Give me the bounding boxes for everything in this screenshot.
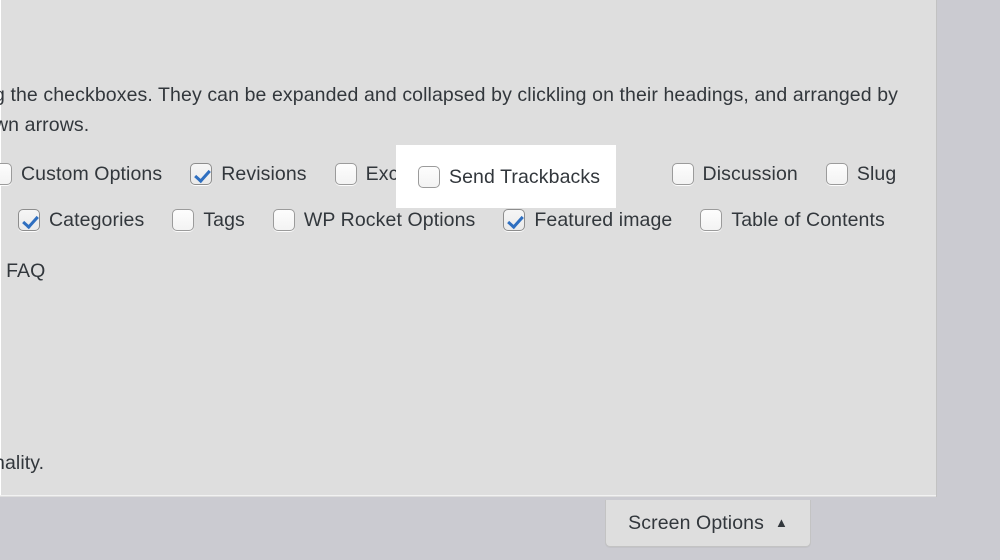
checkbox-item-custom-options[interactable]: Custom Options xyxy=(0,163,162,185)
checkbox-item-featured-image[interactable]: Featured image xyxy=(503,209,672,231)
checkbox-wp-rocket-options[interactable] xyxy=(272,209,295,231)
checkbox-item-revisions[interactable]: Revisions xyxy=(190,163,307,185)
checkbox-categories[interactable] xyxy=(18,209,40,231)
highlight-overlay-send-trackbacks: Send Trackbacks xyxy=(396,145,616,208)
checkbox-item-table-of-contents[interactable]: Table of Contents xyxy=(700,209,885,231)
checkbox-table-of-contents[interactable] xyxy=(700,209,723,231)
checkbox-item-categories[interactable]: Categories xyxy=(18,209,144,231)
panel-bottom-divider xyxy=(0,495,936,497)
checkbox-item-wp-rocket-options[interactable]: WP Rocket Options xyxy=(272,209,476,231)
checkbox-revisions[interactable] xyxy=(190,163,213,185)
screen-options-panel: g the checkboxes. They can be expanded a… xyxy=(0,0,937,497)
checkbox-label-featured-image: Featured image xyxy=(534,209,673,231)
checkbox-item-discussion[interactable]: Discussion xyxy=(671,163,798,185)
checkbox-item-tags[interactable]: Tags xyxy=(172,209,245,231)
checkbox-featured-image[interactable] xyxy=(503,209,526,231)
checkbox-label-send-trackbacks: Send Trackbacks xyxy=(449,165,601,188)
checkbox-slug[interactable] xyxy=(825,163,848,185)
checkbox-excerpt[interactable] xyxy=(334,163,357,185)
checkbox-label-tags: Tags xyxy=(203,209,245,231)
checkbox-custom-options[interactable] xyxy=(0,163,12,185)
checkbox-label-table-of-contents: Table of Contents xyxy=(731,209,885,231)
checkbox-label-discussion: Discussion xyxy=(702,163,798,185)
panel-footer-text: nality. xyxy=(0,452,45,474)
checkbox-item-send-trackbacks[interactable]: Send Trackbacks xyxy=(418,165,601,188)
metabox-checkbox-row-2: Categories Tags WP Rocket Options Featur… xyxy=(18,209,885,231)
checkbox-label-revisions: Revisions xyxy=(221,163,307,185)
checkbox-send-trackbacks[interactable] xyxy=(418,165,440,188)
checkbox-item-slug[interactable]: Slug xyxy=(825,163,897,185)
checkbox-label-custom-options: Custom Options xyxy=(21,163,163,185)
checkbox-label-wp-rocket-options: WP Rocket Options xyxy=(303,209,476,231)
section-label-faq: - FAQ xyxy=(0,260,46,282)
checkbox-tags[interactable] xyxy=(172,209,195,231)
triangle-up-icon: ▲ xyxy=(774,514,788,530)
screen-options-button[interactable]: Screen Options ▲ xyxy=(605,500,811,547)
checkbox-discussion[interactable] xyxy=(671,163,694,185)
panel-description-line-1: g the checkboxes. They can be expanded a… xyxy=(0,84,898,106)
checkbox-label-slug: Slug xyxy=(856,163,897,185)
panel-description-line-2: wn arrows. xyxy=(0,114,90,136)
screen-options-label: Screen Options xyxy=(628,511,764,534)
checkbox-label-categories: Categories xyxy=(49,209,145,231)
